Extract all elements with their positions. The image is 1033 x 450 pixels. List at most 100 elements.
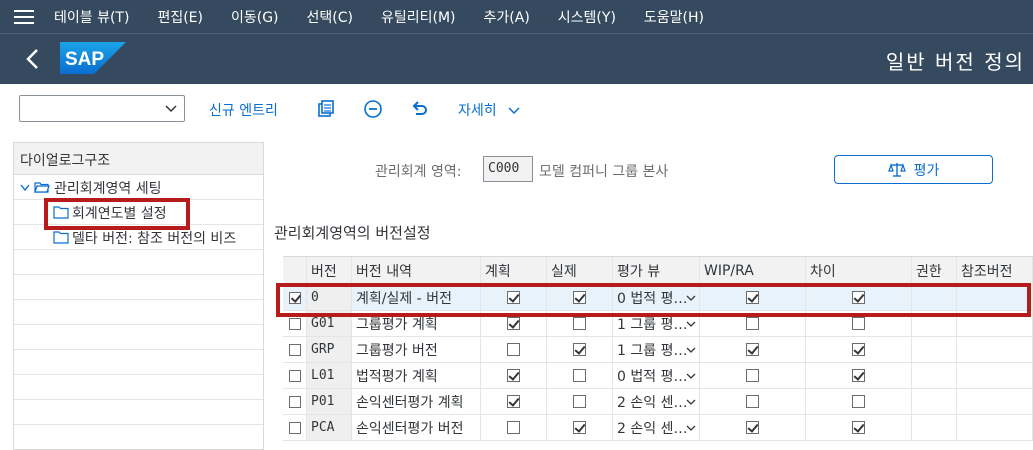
tree-node-controlling-area-settings[interactable]: 관리회계영역 세팅 bbox=[14, 175, 263, 200]
wip-ra-checkbox[interactable] bbox=[746, 317, 759, 330]
valuation-view-dropdown[interactable]: 0 법적 평… bbox=[613, 363, 700, 388]
row-select-checkbox[interactable] bbox=[288, 421, 301, 434]
actual-cell bbox=[547, 337, 613, 362]
menu-item-goto[interactable]: 이동(G) bbox=[231, 7, 279, 27]
undo-icon[interactable] bbox=[410, 99, 430, 119]
evaluation-button[interactable]: 평가 bbox=[834, 155, 993, 184]
plan-checkbox[interactable] bbox=[507, 343, 520, 356]
variance-cell bbox=[806, 415, 912, 440]
menu-item-system[interactable]: 시스템(Y) bbox=[558, 7, 616, 27]
column-header-actual[interactable]: 실제 bbox=[547, 257, 613, 284]
row-selector-cell[interactable] bbox=[283, 415, 307, 440]
controlling-area-description: 모델 컴퍼니 그룹 본사 bbox=[539, 164, 669, 180]
details-label: 자세히 bbox=[458, 103, 497, 119]
row-select-checkbox[interactable] bbox=[288, 343, 301, 356]
select-all-column[interactable] bbox=[283, 257, 307, 284]
reference-version-cell[interactable] bbox=[957, 389, 1033, 414]
authorization-cell[interactable] bbox=[912, 415, 957, 440]
wip-ra-checkbox[interactable] bbox=[746, 421, 759, 434]
plan-checkbox[interactable] bbox=[507, 395, 520, 408]
shell-bar: SAP 일반 버전 정의 bbox=[0, 33, 1033, 84]
row-select-checkbox[interactable] bbox=[288, 369, 301, 382]
row-select-checkbox[interactable] bbox=[288, 317, 301, 330]
tree-empty-row bbox=[14, 375, 263, 400]
variance-checkbox[interactable] bbox=[852, 395, 865, 408]
wip-ra-checkbox[interactable] bbox=[746, 369, 759, 382]
column-header-description[interactable]: 버전 내역 bbox=[352, 257, 481, 284]
variance-cell bbox=[806, 337, 912, 362]
column-header-wip-ra[interactable]: WIP/RA bbox=[700, 257, 806, 284]
variance-checkbox[interactable] bbox=[852, 369, 865, 382]
plan-cell bbox=[481, 337, 547, 362]
back-arrow-icon[interactable] bbox=[22, 46, 44, 72]
plan-checkbox[interactable] bbox=[507, 317, 520, 330]
menu-bar: 테이블 뷰(T) 편집(E) 이동(G) 선택(C) 유틸리티(M) 추가(A)… bbox=[0, 0, 1033, 33]
tree-empty-row bbox=[14, 250, 263, 275]
chevron-down-icon bbox=[686, 321, 696, 327]
row-selector-cell[interactable] bbox=[283, 389, 307, 414]
hamburger-menu-icon[interactable] bbox=[14, 9, 34, 24]
actual-checkbox[interactable] bbox=[573, 421, 586, 434]
folder-icon bbox=[53, 231, 69, 244]
application-toolbar: 신규 엔트리 자세히 bbox=[0, 84, 1033, 132]
chevron-down-icon bbox=[686, 425, 696, 431]
authorization-cell[interactable] bbox=[912, 363, 957, 388]
variance-cell bbox=[806, 389, 912, 414]
svg-text:SAP: SAP bbox=[65, 49, 104, 70]
valuation-view-dropdown[interactable]: 2 손익 센… bbox=[613, 415, 700, 440]
menu-item-utilities[interactable]: 유틸리티(M) bbox=[381, 7, 456, 27]
column-header-valuation-view[interactable]: 평가 뷰 bbox=[613, 257, 700, 284]
reference-version-cell[interactable] bbox=[957, 337, 1033, 362]
column-header-authorization[interactable]: 권한 bbox=[912, 257, 957, 284]
column-header-version[interactable]: 버전 bbox=[307, 257, 352, 284]
tree-empty-row bbox=[14, 300, 263, 325]
authorization-cell[interactable] bbox=[912, 337, 957, 362]
wip-ra-cell bbox=[700, 389, 806, 414]
column-header-variance[interactable]: 차이 bbox=[806, 257, 912, 284]
row-select-checkbox[interactable] bbox=[288, 395, 301, 408]
wip-ra-checkbox[interactable] bbox=[746, 395, 759, 408]
actual-checkbox[interactable] bbox=[573, 369, 586, 382]
row-selector-cell[interactable] bbox=[283, 363, 307, 388]
wip-ra-checkbox[interactable] bbox=[746, 343, 759, 356]
variance-cell bbox=[806, 363, 912, 388]
variance-checkbox[interactable] bbox=[852, 421, 865, 434]
column-header-plan[interactable]: 계획 bbox=[481, 257, 547, 284]
authorization-cell[interactable] bbox=[912, 389, 957, 414]
table-row[interactable]: GRP 그룹평가 버전 1 그룹 평… bbox=[283, 337, 1033, 363]
version-description-cell: 그룹평가 버전 bbox=[352, 337, 481, 362]
expand-arrow-icon[interactable] bbox=[19, 182, 31, 194]
plan-checkbox[interactable] bbox=[507, 369, 520, 382]
menu-item-table-view[interactable]: 테이블 뷰(T) bbox=[54, 7, 129, 27]
menu-item-help[interactable]: 도움말(H) bbox=[644, 7, 704, 27]
menu-item-extras[interactable]: 추가(A) bbox=[484, 7, 530, 27]
scale-icon bbox=[887, 162, 906, 177]
details-button[interactable]: 자세히 bbox=[458, 100, 521, 120]
remove-icon[interactable] bbox=[363, 99, 383, 119]
command-combo[interactable] bbox=[19, 95, 185, 122]
valuation-view-value: 1 그룹 평… bbox=[617, 342, 688, 359]
table-row[interactable]: P01 손익센터평가 계획 2 손익 센… bbox=[283, 389, 1033, 415]
valuation-view-value: 2 손익 센… bbox=[617, 394, 688, 411]
row-selector-cell[interactable] bbox=[283, 337, 307, 362]
column-header-reference-version[interactable]: 참조버전 bbox=[957, 257, 1033, 284]
tree-empty-row bbox=[14, 275, 263, 300]
variance-checkbox[interactable] bbox=[852, 317, 865, 330]
table-row[interactable]: L01 법적평가 계획 0 법적 평… bbox=[283, 363, 1033, 389]
variance-checkbox[interactable] bbox=[852, 343, 865, 356]
copy-icon[interactable] bbox=[316, 99, 336, 119]
actual-checkbox[interactable] bbox=[573, 317, 586, 330]
chevron-down-icon bbox=[686, 347, 696, 353]
menu-item-edit[interactable]: 편집(E) bbox=[157, 7, 203, 27]
actual-checkbox[interactable] bbox=[573, 395, 586, 408]
table-row[interactable]: PCA 손익센터평가 버전 2 손익 센… bbox=[283, 415, 1033, 441]
reference-version-cell[interactable] bbox=[957, 415, 1033, 440]
valuation-view-dropdown[interactable]: 2 손익 센… bbox=[613, 389, 700, 414]
valuation-view-dropdown[interactable]: 1 그룹 평… bbox=[613, 337, 700, 362]
reference-version-cell[interactable] bbox=[957, 363, 1033, 388]
menu-item-select[interactable]: 선택(C) bbox=[307, 7, 353, 27]
actual-checkbox[interactable] bbox=[573, 343, 586, 356]
actual-cell bbox=[547, 389, 613, 414]
plan-checkbox[interactable] bbox=[507, 421, 520, 434]
new-entries-button[interactable]: 신규 엔트리 bbox=[209, 100, 278, 120]
